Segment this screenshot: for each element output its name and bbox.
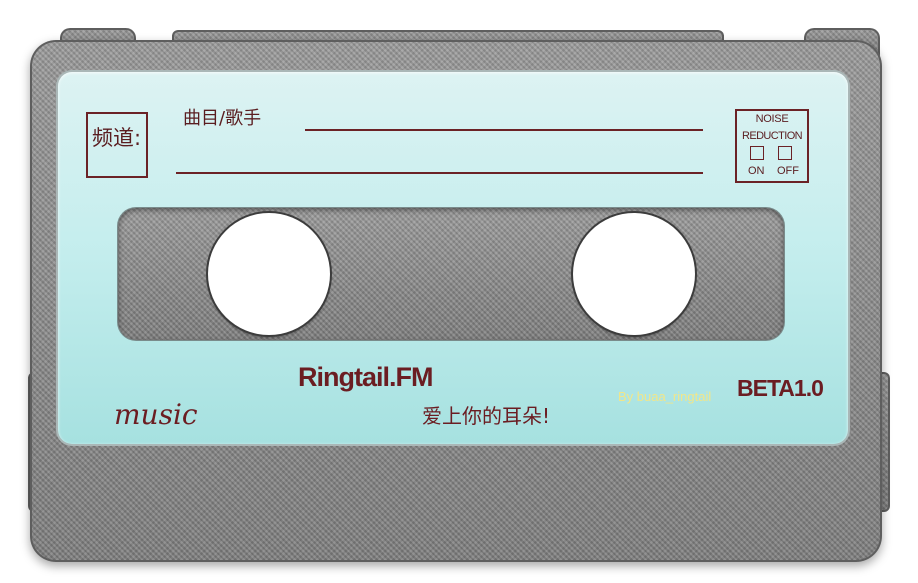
song-title-line — [305, 129, 703, 131]
music-label: music — [114, 398, 198, 431]
noise-on-label: ON — [748, 165, 765, 177]
version-label: BETA1.0 — [737, 375, 824, 401]
noise-on-checkbox[interactable] — [750, 146, 764, 160]
cassette-player: 频道: 曲目/歌手 NOISE REDUCTION ON OFF Ringtai… — [0, 0, 918, 583]
slogan: 爱上你的耳朵! — [422, 404, 551, 428]
right-reel[interactable] — [573, 213, 695, 335]
noise-off-checkbox[interactable] — [778, 146, 792, 160]
noise-reduction-title: NOISE — [755, 113, 789, 125]
artist-line — [176, 172, 703, 174]
noise-off-label: OFF — [777, 165, 799, 177]
channel-label: 频道: — [92, 126, 142, 150]
left-reel[interactable] — [208, 213, 330, 335]
song-artist-label: 曲目/歌手 — [183, 108, 262, 129]
author-credit: By buaa_ringtail — [618, 389, 712, 404]
brand-title: Ringtail.FM — [298, 362, 433, 392]
noise-reduction-subtitle: REDUCTION — [742, 130, 803, 142]
